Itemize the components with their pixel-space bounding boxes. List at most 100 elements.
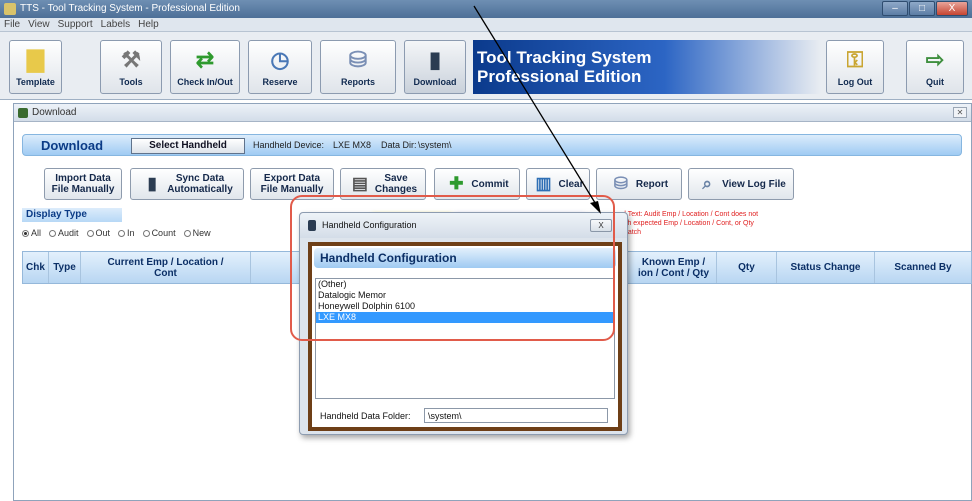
view-log-icon: ⌕ — [702, 174, 712, 193]
col-status-change[interactable]: Status Change — [777, 252, 875, 283]
import-line-1: Import Data — [55, 173, 111, 184]
col-scanned-by[interactable]: Scanned By — [875, 252, 971, 283]
radio-new[interactable]: New — [183, 228, 211, 238]
handheld-device-value: LXE MX8 — [333, 140, 372, 150]
radio-out-label: Out — [95, 228, 111, 238]
legend-text: d Text: Audit Emp / Location / Cont does… — [622, 210, 832, 237]
brand-banner: Tool Tracking System Professional Editio… — [473, 40, 821, 94]
clear-label: Clear — [558, 178, 584, 190]
commit-label: Commit — [471, 178, 509, 190]
col-current[interactable]: Current Emp / Location / Cont — [81, 252, 251, 283]
menu-bar: File View Support Labels Help — [0, 18, 972, 32]
download-window-close-button[interactable]: ✕ — [953, 107, 967, 118]
window-controls: – □ X — [882, 1, 968, 16]
data-dir-value: \system\ — [418, 140, 452, 150]
col-chk[interactable]: Chk — [23, 252, 49, 283]
sync-line-1: Sync Data — [175, 173, 225, 184]
check-in-out-button[interactable]: ⇄ Check In/Out — [170, 40, 240, 94]
menu-view[interactable]: View — [28, 18, 50, 31]
reserve-button[interactable]: ◷ Reserve — [248, 40, 312, 94]
logout-icon: ⚿ — [846, 47, 864, 72]
col-qty[interactable]: Qty — [717, 252, 777, 283]
export-line-1: Export Data — [263, 173, 321, 184]
commit-icon: ✚ — [449, 174, 464, 193]
brand-line-2: Professional Edition — [477, 67, 642, 86]
menu-support[interactable]: Support — [58, 18, 93, 31]
quit-button[interactable]: ⇨ Quit — [906, 40, 964, 94]
radio-in[interactable]: In — [118, 228, 135, 238]
sync-data-button[interactable]: ▮ Sync Data Automatically — [130, 168, 244, 200]
col-known-line-1: Known Emp / — [641, 256, 706, 268]
col-known[interactable]: Known Emp / ion / Cont / Qty — [631, 252, 717, 283]
check-in-out-label: Check In/Out — [177, 77, 233, 87]
logout-button[interactable]: ⚿ Log Out — [826, 40, 884, 94]
import-line-2: File Manually — [51, 184, 115, 195]
handheld-icon: ▮ — [428, 47, 442, 72]
minimize-button[interactable]: – — [882, 1, 908, 16]
import-data-label: Import Data File Manually — [52, 173, 115, 195]
quit-icon: ⇨ — [925, 47, 945, 72]
quit-label: Quit — [926, 77, 944, 87]
legend-line-1: d Text: Audit Emp / Location / Cont does… — [622, 211, 759, 218]
import-data-button[interactable]: Import Data File Manually — [44, 168, 122, 200]
sync-line-2: Automatically — [167, 184, 233, 195]
legend-line-3: match — [622, 229, 642, 236]
select-handheld-button[interactable]: Select Handheld — [131, 138, 245, 154]
download-button[interactable]: ▮ Download — [404, 40, 466, 94]
display-type-label: Display Type — [22, 208, 122, 222]
template-label: Template — [16, 77, 55, 87]
radio-audit[interactable]: Audit — [49, 228, 79, 238]
tools-label: Tools — [119, 77, 143, 87]
handheld-data-folder-input[interactable] — [424, 408, 608, 423]
report-icon: ⛁ — [613, 174, 628, 193]
handheld-data-folder-label: Handheld Data Folder: — [320, 411, 411, 421]
save-icon: ▤ — [351, 174, 368, 193]
template-icon: ▇ — [27, 47, 44, 72]
col-current-label: Current Emp / Location / Cont — [107, 257, 223, 279]
template-button[interactable]: ▇ Template — [9, 40, 62, 94]
save-line-1: Save — [384, 173, 408, 184]
download-label: Download — [413, 77, 457, 87]
reports-icon: ⛁ — [348, 47, 368, 72]
save-changes-label: Save Changes — [375, 173, 417, 195]
download-header-title: Download — [41, 138, 104, 153]
download-window-title: Download — [32, 107, 77, 118]
app-icon — [4, 3, 16, 15]
close-button[interactable]: X — [936, 1, 968, 16]
check-in-out-icon: ⇄ — [195, 47, 215, 72]
report-button[interactable]: ⛁ Report — [596, 168, 682, 200]
sync-data-label: Sync Data Automatically — [167, 173, 233, 195]
menu-help[interactable]: Help — [138, 18, 159, 31]
app-title-bar: TTS - Tool Tracking System - Professiona… — [0, 0, 972, 18]
download-window-title-bar: Download ✕ — [14, 104, 971, 122]
download-header-bar: Download Select Handheld Handheld Device… — [22, 134, 962, 156]
maximize-button[interactable]: □ — [909, 1, 935, 16]
brand-line-1: Tool Tracking System — [477, 48, 652, 67]
data-dir-label: Data Dir: — [381, 140, 417, 150]
reports-button[interactable]: ⛁ Reports — [320, 40, 396, 94]
radio-audit-label: Audit — [58, 228, 79, 238]
reserve-label: Reserve — [262, 77, 298, 87]
tools-button[interactable]: ⚒ Tools — [100, 40, 162, 94]
menu-file[interactable]: File — [4, 18, 20, 31]
col-known-line-2: ion / Cont / Qty — [637, 267, 710, 279]
radio-all[interactable]: All — [22, 228, 41, 238]
radio-all-label: All — [31, 228, 42, 238]
screenshot-stage: TTS - Tool Tracking System - Professiona… — [0, 0, 972, 501]
app-title: TTS - Tool Tracking System - Professiona… — [20, 3, 240, 14]
menu-labels[interactable]: Labels — [101, 18, 130, 31]
download-window-icon — [18, 108, 28, 118]
view-log-file-button[interactable]: ⌕ View Log File — [688, 168, 794, 200]
radio-all-dot — [22, 229, 29, 237]
handheld-icon: ▮ — [147, 174, 157, 193]
radio-count-dot — [142, 229, 150, 237]
display-type-radios: All Audit Out In Count New — [22, 228, 211, 238]
report-label: Report — [635, 178, 669, 190]
radio-in-dot — [118, 229, 126, 237]
radio-count[interactable]: Count — [142, 228, 176, 238]
radio-out[interactable]: Out — [86, 228, 111, 238]
col-type[interactable]: Type — [49, 252, 81, 283]
radio-new-label: New — [192, 228, 211, 238]
radio-new-dot — [183, 229, 191, 237]
legend-line-2: tch expected Emp / Location / Cont, or Q… — [622, 220, 754, 227]
